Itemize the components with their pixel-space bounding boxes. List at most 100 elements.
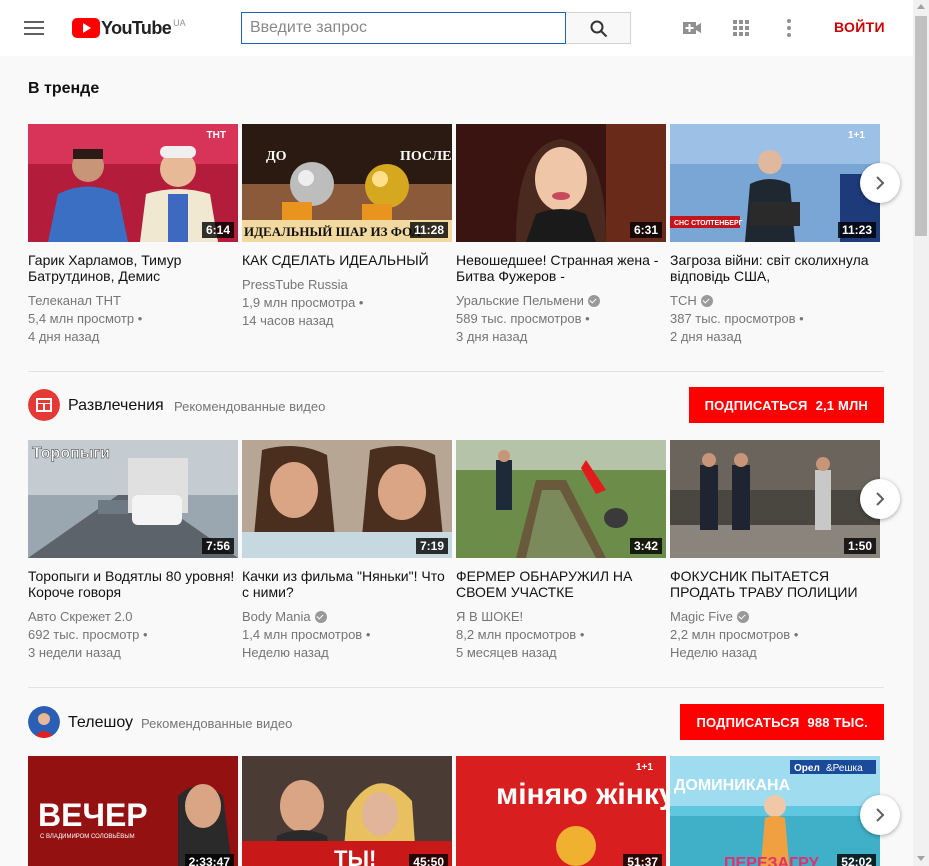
video-thumbnail[interactable]: ВЕЧЕР С ВЛАДИМИРОМ СОЛОВЬЁВЫМ 2:33:47 — [28, 756, 238, 866]
video-age: Неделю назад — [670, 645, 757, 660]
apps-grid-icon[interactable] — [729, 16, 753, 40]
video-views: 692 тыс. просмотр • — [28, 627, 148, 642]
video-card[interactable]: 7:19 Качки из фильма "Няньки"! Что с ним… — [242, 440, 452, 662]
video-age: 5 месяцев назад — [456, 645, 557, 660]
video-views: 5,4 млн просмотр • — [28, 311, 143, 326]
thumb-text-left: ДО — [266, 149, 287, 164]
video-thumbnail[interactable]: Торопыги 7:56 — [28, 440, 238, 558]
channel-name[interactable]: Телеканал ТНТ — [28, 292, 121, 310]
video-thumbnail[interactable]: Орел &Решка ДОМИНИКАНА ПЕРЕЗАГРУ 52:02 — [670, 756, 880, 866]
video-card[interactable]: ДО ПОСЛЕ ИДЕАЛЬНЫЙ ШАР ИЗ ФОЛ 11:28 КАК … — [242, 124, 452, 330]
views-count: 589 тыс. просмотров — [456, 311, 582, 326]
signin-button[interactable]: ВОЙТИ — [834, 19, 885, 35]
video-title[interactable]: ФОКУСНИК ПЫТАЕТСЯ ПРОДАТЬ ТРАВУ ПОЛИЦИИ — [670, 568, 880, 600]
video-title[interactable]: Невошедшее! Странная жена - Битва Фужеро… — [456, 252, 666, 284]
shelf-next-button[interactable] — [860, 479, 900, 519]
shelf-header: Телешоу Рекомендованные видео ПОДПИСАТЬС… — [28, 704, 884, 740]
shelf-subtitle: Рекомендованные видео — [174, 399, 326, 414]
video-title[interactable]: КАК СДЕЛАТЬ ИДЕАЛЬНЫЙ — [242, 252, 452, 268]
scroll-thumb[interactable] — [915, 16, 927, 236]
video-card[interactable]: 6:31 Невошедшее! Странная жена - Битва Ф… — [456, 124, 666, 346]
search-input[interactable] — [250, 13, 557, 43]
video-duration: 2:33:47 — [184, 854, 234, 866]
thumb-text: Торопыги — [32, 445, 110, 462]
video-card[interactable]: СНС СТОЛТЕНБЕРГ 1+1 11:23 Загроза війни:… — [670, 124, 880, 346]
channel-name[interactable]: PressTube Russia — [242, 276, 348, 294]
thumb-text: ВЕЧЕР — [38, 797, 148, 833]
video-thumbnail[interactable]: ДО ПОСЛЕ ИДЕАЛЬНЫЙ ШАР ИЗ ФОЛ 11:28 — [242, 124, 452, 242]
shelf-channel-name[interactable]: Телешоу — [68, 714, 133, 732]
video-card[interactable]: ТНТ 6:14 Гарик Харламов, Тимур Батрутдин… — [28, 124, 238, 346]
video-duration: 6:31 — [629, 222, 662, 238]
verified-icon — [587, 295, 600, 307]
channel-name[interactable]: Авто Скрежет 2.0 — [28, 608, 132, 626]
video-thumbnail[interactable]: 3:42 — [456, 440, 666, 558]
views-count: 387 тыс. просмотров — [670, 311, 796, 326]
chevron-right-icon — [876, 492, 885, 506]
channel-name[interactable]: Magic Five — [670, 608, 733, 626]
video-channel[interactable]: Body Mania — [242, 608, 452, 626]
video-title[interactable]: Загроза війни: світ сколихнула відповідь… — [670, 252, 880, 284]
video-card[interactable]: ТЫ! 45:50 — [242, 756, 452, 866]
subscribe-button[interactable]: ПОДПИСАТЬСЯ 988 ТЫС. — [680, 704, 884, 740]
search-icon — [590, 20, 608, 38]
shelf-header: Развлечения Рекомендованные видео ПОДПИС… — [28, 387, 884, 423]
youtube-logo[interactable]: YouTube UA — [72, 16, 186, 40]
verified-icon — [314, 611, 327, 623]
video-channel[interactable]: PressTube Russia — [242, 276, 452, 294]
video-channel[interactable]: Я В ШОКЕ! — [456, 608, 666, 626]
video-card[interactable]: міняю жінку 1+1 51:37 — [456, 756, 666, 866]
section-divider — [28, 687, 884, 688]
video-channel[interactable]: Телеканал ТНТ — [28, 292, 238, 310]
video-title[interactable]: ФЕРМЕР ОБНАРУЖИЛ НА СВОЕМ УЧАСТКЕ — [456, 568, 666, 600]
video-card[interactable]: Торопыги 7:56 Торопыги и Водятлы 80 уров… — [28, 440, 238, 662]
channel-name[interactable]: Я В ШОКЕ! — [456, 608, 523, 626]
thumb-text-bottom: ИДЕАЛЬНЫЙ ШАР ИЗ ФОЛ — [244, 224, 422, 239]
shelf-channel-name[interactable]: Развлечения — [68, 397, 164, 415]
verified-icon — [700, 295, 713, 307]
scroll-up-arrow-icon[interactable] — [917, 4, 925, 9]
video-thumbnail[interactable]: СНС СТОЛТЕНБЕРГ 1+1 11:23 — [670, 124, 880, 242]
video-channel[interactable]: Уральские Пельмени — [456, 292, 666, 310]
thumb-text-right: ПОСЛЕ — [400, 149, 451, 164]
video-thumbnail[interactable]: 7:19 — [242, 440, 452, 558]
video-thumbnail[interactable]: міняю жінку 1+1 51:37 — [456, 756, 666, 866]
channel-name[interactable]: Уральские Пельмени — [456, 292, 584, 310]
thumb-text: міняю жінку — [496, 778, 666, 811]
upload-video-icon[interactable] — [680, 16, 704, 40]
video-card[interactable]: ВЕЧЕР С ВЛАДИМИРОМ СОЛОВЬЁВЫМ 2:33:47 — [28, 756, 238, 866]
chevron-right-icon — [876, 176, 885, 190]
more-vertical-icon[interactable] — [777, 16, 801, 40]
channel-avatar[interactable] — [28, 389, 60, 421]
video-title[interactable]: Торопыги и Водятлы 80 уровня! Короче гов… — [28, 568, 238, 600]
video-thumbnail[interactable]: ТЫ! 45:50 — [242, 756, 452, 866]
video-duration: 1:50 — [843, 538, 876, 554]
subscriber-count: 988 ТЫС. — [807, 714, 868, 730]
video-thumbnail[interactable]: 1:50 — [670, 440, 880, 558]
video-thumbnail[interactable]: ТНТ 6:14 — [28, 124, 238, 242]
channel-avatar[interactable] — [28, 706, 60, 738]
scrollbar[interactable] — [913, 0, 929, 866]
video-duration: 7:56 — [201, 538, 234, 554]
shelf-next-button[interactable] — [860, 163, 900, 203]
video-channel[interactable]: Magic Five — [670, 608, 880, 626]
video-title[interactable]: Качки из фильма "Няньки"! Что с ними? — [242, 568, 452, 600]
video-card[interactable]: Орел &Решка ДОМИНИКАНА ПЕРЕЗАГРУ 52:02 — [670, 756, 880, 866]
video-thumbnail[interactable]: 6:31 — [456, 124, 666, 242]
video-card[interactable]: 1:50 ФОКУСНИК ПЫТАЕТСЯ ПРОДАТЬ ТРАВУ ПОЛ… — [670, 440, 880, 662]
channel-name[interactable]: ТСН — [670, 292, 697, 310]
channel-name[interactable]: Body Mania — [242, 608, 311, 626]
entertainment-row: Торопыги 7:56 Торопыги и Водятлы 80 уров… — [28, 440, 884, 680]
scroll-down-arrow-icon[interactable] — [917, 856, 925, 861]
video-channel[interactable]: ТСН — [670, 292, 880, 310]
shelf-next-button[interactable] — [860, 795, 900, 835]
video-title[interactable]: Гарик Харламов, Тимур Батрутдинов, Демис — [28, 252, 238, 284]
video-views: 1,9 млн просмотра • — [242, 295, 364, 310]
views-count: 692 тыс. просмотр — [28, 627, 140, 642]
menu-icon[interactable] — [24, 18, 48, 38]
views-count: 8,2 млн просмотров — [456, 627, 577, 642]
search-button[interactable] — [566, 12, 631, 44]
subscribe-button[interactable]: ПОДПИСАТЬСЯ 2,1 МЛН — [688, 387, 884, 423]
video-card[interactable]: 3:42 ФЕРМЕР ОБНАРУЖИЛ НА СВОЕМ УЧАСТКЕ Я… — [456, 440, 666, 662]
video-channel[interactable]: Авто Скрежет 2.0 — [28, 608, 238, 626]
